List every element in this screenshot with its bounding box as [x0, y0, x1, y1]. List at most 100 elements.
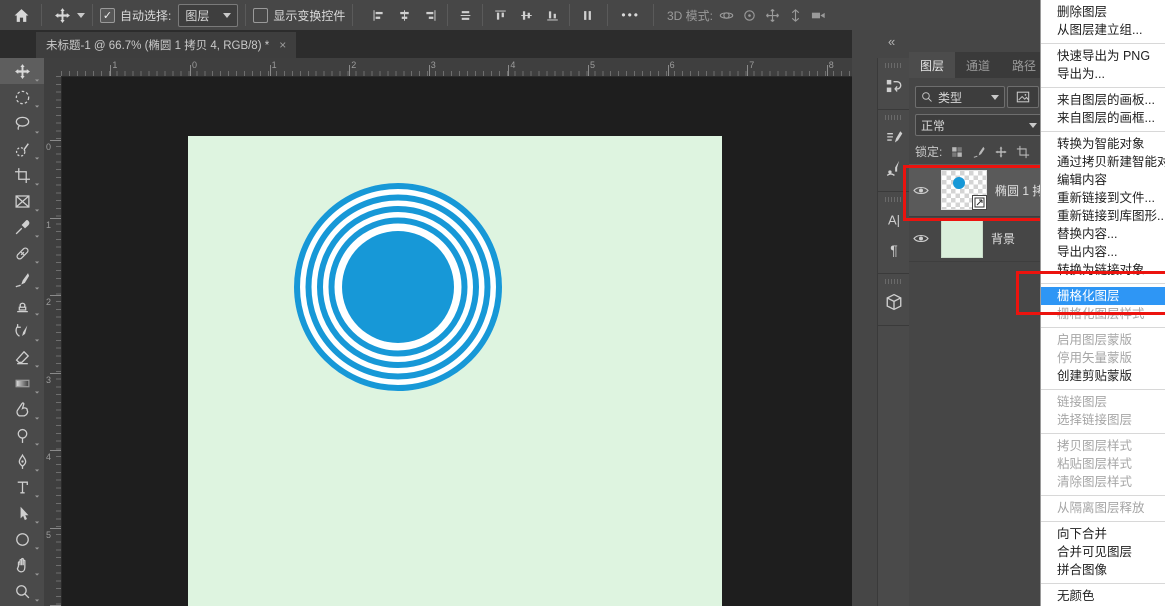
more-options-button[interactable]: •••: [621, 8, 640, 22]
lock-move-icon[interactable]: [994, 145, 1008, 159]
drag-grip[interactable]: [885, 197, 903, 202]
frame-icon: [14, 193, 31, 210]
align-top-icon[interactable]: [487, 3, 513, 27]
show-transform-checkbox[interactable]: [253, 8, 268, 23]
tool-clone-stamp[interactable]: [0, 292, 44, 318]
menu-item-向下合并[interactable]: 向下合并: [1041, 525, 1165, 543]
menu-item-拼合图像[interactable]: 拼合图像: [1041, 561, 1165, 579]
align-center-h-icon[interactable]: [391, 3, 417, 27]
orbit-3d-icon[interactable]: [719, 8, 734, 23]
ruler-tick: [349, 65, 350, 76]
menu-item-编辑内容[interactable]: 编辑内容: [1041, 171, 1165, 189]
menu-item-导出为...[interactable]: 导出为...: [1041, 65, 1165, 83]
ruler-label: 4: [46, 452, 51, 462]
tool-quick-selection[interactable]: [0, 136, 44, 162]
menu-item-来自图层的画板...[interactable]: 来自图层的画板...: [1041, 91, 1165, 109]
auto-select-checkbox[interactable]: ✓: [100, 8, 115, 23]
lock-transparent-icon[interactable]: [950, 145, 964, 159]
menu-item-合并可见图层[interactable]: 合并可见图层: [1041, 543, 1165, 561]
tab-通道[interactable]: 通道: [955, 52, 1001, 78]
ruler-corner: [44, 58, 62, 77]
drag-grip[interactable]: [885, 279, 903, 284]
panel-icon-paragraph[interactable]: ¶: [878, 235, 910, 265]
panel-icon-history[interactable]: [878, 71, 910, 101]
menu-item-来自图层的画框...[interactable]: 来自图层的画框...: [1041, 109, 1165, 127]
panel-icon-brush-settings[interactable]: [878, 123, 910, 153]
tool-hand[interactable]: [0, 552, 44, 578]
distribute-center-h-icon[interactable]: [452, 3, 478, 27]
roll-3d-icon[interactable]: [742, 8, 757, 23]
tool-smudge[interactable]: [0, 396, 44, 422]
tool-crop[interactable]: [0, 162, 44, 188]
lock-artboard-icon[interactable]: [1016, 145, 1030, 159]
tool-move[interactable]: [0, 58, 44, 84]
canvas[interactable]: [188, 136, 722, 606]
tool-eyedropper[interactable]: [0, 214, 44, 240]
menu-item-删除图层[interactable]: 删除图层: [1041, 3, 1165, 21]
collapse-panels-icon[interactable]: «: [888, 34, 894, 49]
layer-visibility-toggle[interactable]: [909, 185, 933, 196]
layer-thumbnail[interactable]: [941, 170, 987, 210]
tool-elliptical-marquee[interactable]: [0, 84, 44, 110]
panel-icon-3d-cube[interactable]: [878, 287, 910, 317]
panel-icon-mixer-brush[interactable]: [878, 153, 910, 183]
menu-item-通过拷贝新建智能对象[interactable]: 通过拷贝新建智能对象: [1041, 153, 1165, 171]
auto-select-target-dropdown[interactable]: 图层: [178, 4, 238, 27]
menu-separator: [1041, 389, 1165, 390]
lock-label: 锁定:: [915, 143, 942, 160]
align-bottom-icon[interactable]: [539, 3, 565, 27]
menu-item-转换为链接对象...[interactable]: 转换为链接对象...: [1041, 261, 1165, 279]
tool-frame[interactable]: [0, 188, 44, 214]
filter-image-button[interactable]: [1007, 86, 1039, 108]
close-icon[interactable]: ×: [279, 38, 286, 52]
ruler-tick: [50, 528, 61, 529]
move-tool-caret-icon[interactable]: [77, 13, 85, 18]
tool-type[interactable]: [0, 474, 44, 500]
tool-path-selection[interactable]: [0, 500, 44, 526]
align-right-icon[interactable]: [417, 3, 443, 27]
tool-pen[interactable]: [0, 448, 44, 474]
tool-healing-brush[interactable]: [0, 240, 44, 266]
tool-eraser[interactable]: [0, 344, 44, 370]
pan-3d-icon[interactable]: [765, 8, 780, 23]
menu-item-无颜色[interactable]: 无颜色: [1041, 587, 1165, 605]
menu-item-栅格化图层[interactable]: 栅格化图层: [1041, 287, 1165, 305]
menu-item-转换为智能对象[interactable]: 转换为智能对象: [1041, 135, 1165, 153]
panel-icon-group: [878, 110, 910, 192]
drag-grip[interactable]: [885, 63, 903, 68]
menu-item-创建剪贴蒙版[interactable]: 创建剪贴蒙版: [1041, 367, 1165, 385]
tools-toolbar: [0, 58, 45, 606]
ruler-label: 8: [829, 60, 834, 70]
distribute-v-icon[interactable]: [574, 3, 600, 27]
layer-visibility-toggle[interactable]: [909, 233, 933, 244]
menu-item-重新链接到库图形...[interactable]: 重新链接到库图形...: [1041, 207, 1165, 225]
tool-ellipse-shape[interactable]: [0, 526, 44, 552]
align-middle-v-icon[interactable]: [513, 3, 539, 27]
blend-mode-dropdown[interactable]: 正常: [915, 114, 1043, 136]
layer-thumbnail[interactable]: [941, 220, 983, 258]
image-filter-icon: [1016, 90, 1030, 104]
tool-dodge[interactable]: [0, 422, 44, 448]
menu-item-重新链接到文件...[interactable]: 重新链接到文件...: [1041, 189, 1165, 207]
layer-filter-dropdown[interactable]: 类型: [915, 86, 1005, 108]
tool-zoom[interactable]: [0, 578, 44, 604]
tool-lasso[interactable]: [0, 110, 44, 136]
tool-brush[interactable]: [0, 266, 44, 292]
home-icon[interactable]: [8, 3, 34, 27]
camera-3d-icon[interactable]: [811, 8, 826, 23]
tool-gradient[interactable]: [0, 370, 44, 396]
align-left-icon[interactable]: [365, 3, 391, 27]
drag-grip[interactable]: [885, 115, 903, 120]
menu-item-导出内容...[interactable]: 导出内容...: [1041, 243, 1165, 261]
menu-item-替换内容...[interactable]: 替换内容...: [1041, 225, 1165, 243]
slide-3d-icon[interactable]: [788, 8, 803, 23]
ruler-label: 3: [431, 60, 436, 70]
panel-icon-character[interactable]: A|: [878, 205, 910, 235]
document-tab[interactable]: 未标题-1 @ 66.7% (椭圆 1 拷贝 4, RGB/8) * ×: [36, 32, 296, 58]
tool-history-brush[interactable]: [0, 318, 44, 344]
menu-item-快速导出为 PNG[interactable]: 快速导出为 PNG: [1041, 47, 1165, 65]
move-tool-icon[interactable]: [49, 3, 75, 27]
lock-paint-icon[interactable]: [972, 145, 986, 159]
menu-item-从图层建立组...[interactable]: 从图层建立组...: [1041, 21, 1165, 39]
tab-图层[interactable]: 图层: [909, 52, 955, 78]
